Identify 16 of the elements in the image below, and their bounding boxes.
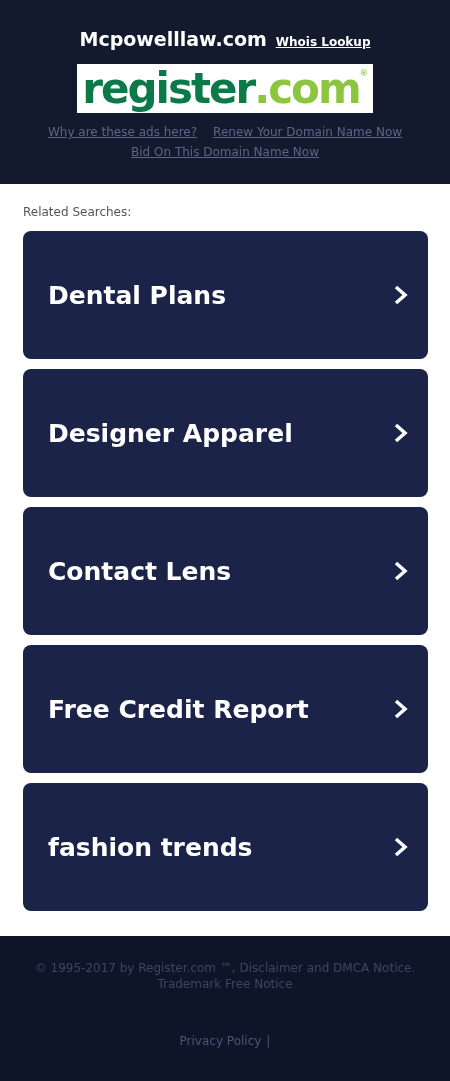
chevron-icon bbox=[394, 561, 408, 581]
whois-link[interactable]: Whois Lookup bbox=[275, 35, 371, 49]
domain-name: Mcpowelllaw.com bbox=[79, 28, 267, 50]
chevron-icon bbox=[394, 423, 408, 443]
register-logo: register.com$^{®}$ bbox=[77, 64, 373, 113]
search-card[interactable]: fashion trends bbox=[23, 783, 428, 911]
related-label: Related Searches: bbox=[23, 205, 133, 219]
copyright-text: © 1995-2017 by Register.com ™, Disclaimer and DMCA Notice. bbox=[34, 961, 416, 975]
search-card[interactable]: Dental Plans bbox=[23, 231, 428, 359]
separator: | bbox=[266, 1034, 271, 1048]
search-card[interactable]: Designer Apparel bbox=[23, 369, 428, 497]
chevron-icon bbox=[394, 699, 408, 719]
chevron-icon bbox=[394, 285, 408, 305]
search-card[interactable]: Free Credit Report bbox=[23, 645, 428, 773]
chevron-icon bbox=[394, 837, 408, 857]
search-card[interactable]: Contact Lens bbox=[23, 507, 428, 635]
